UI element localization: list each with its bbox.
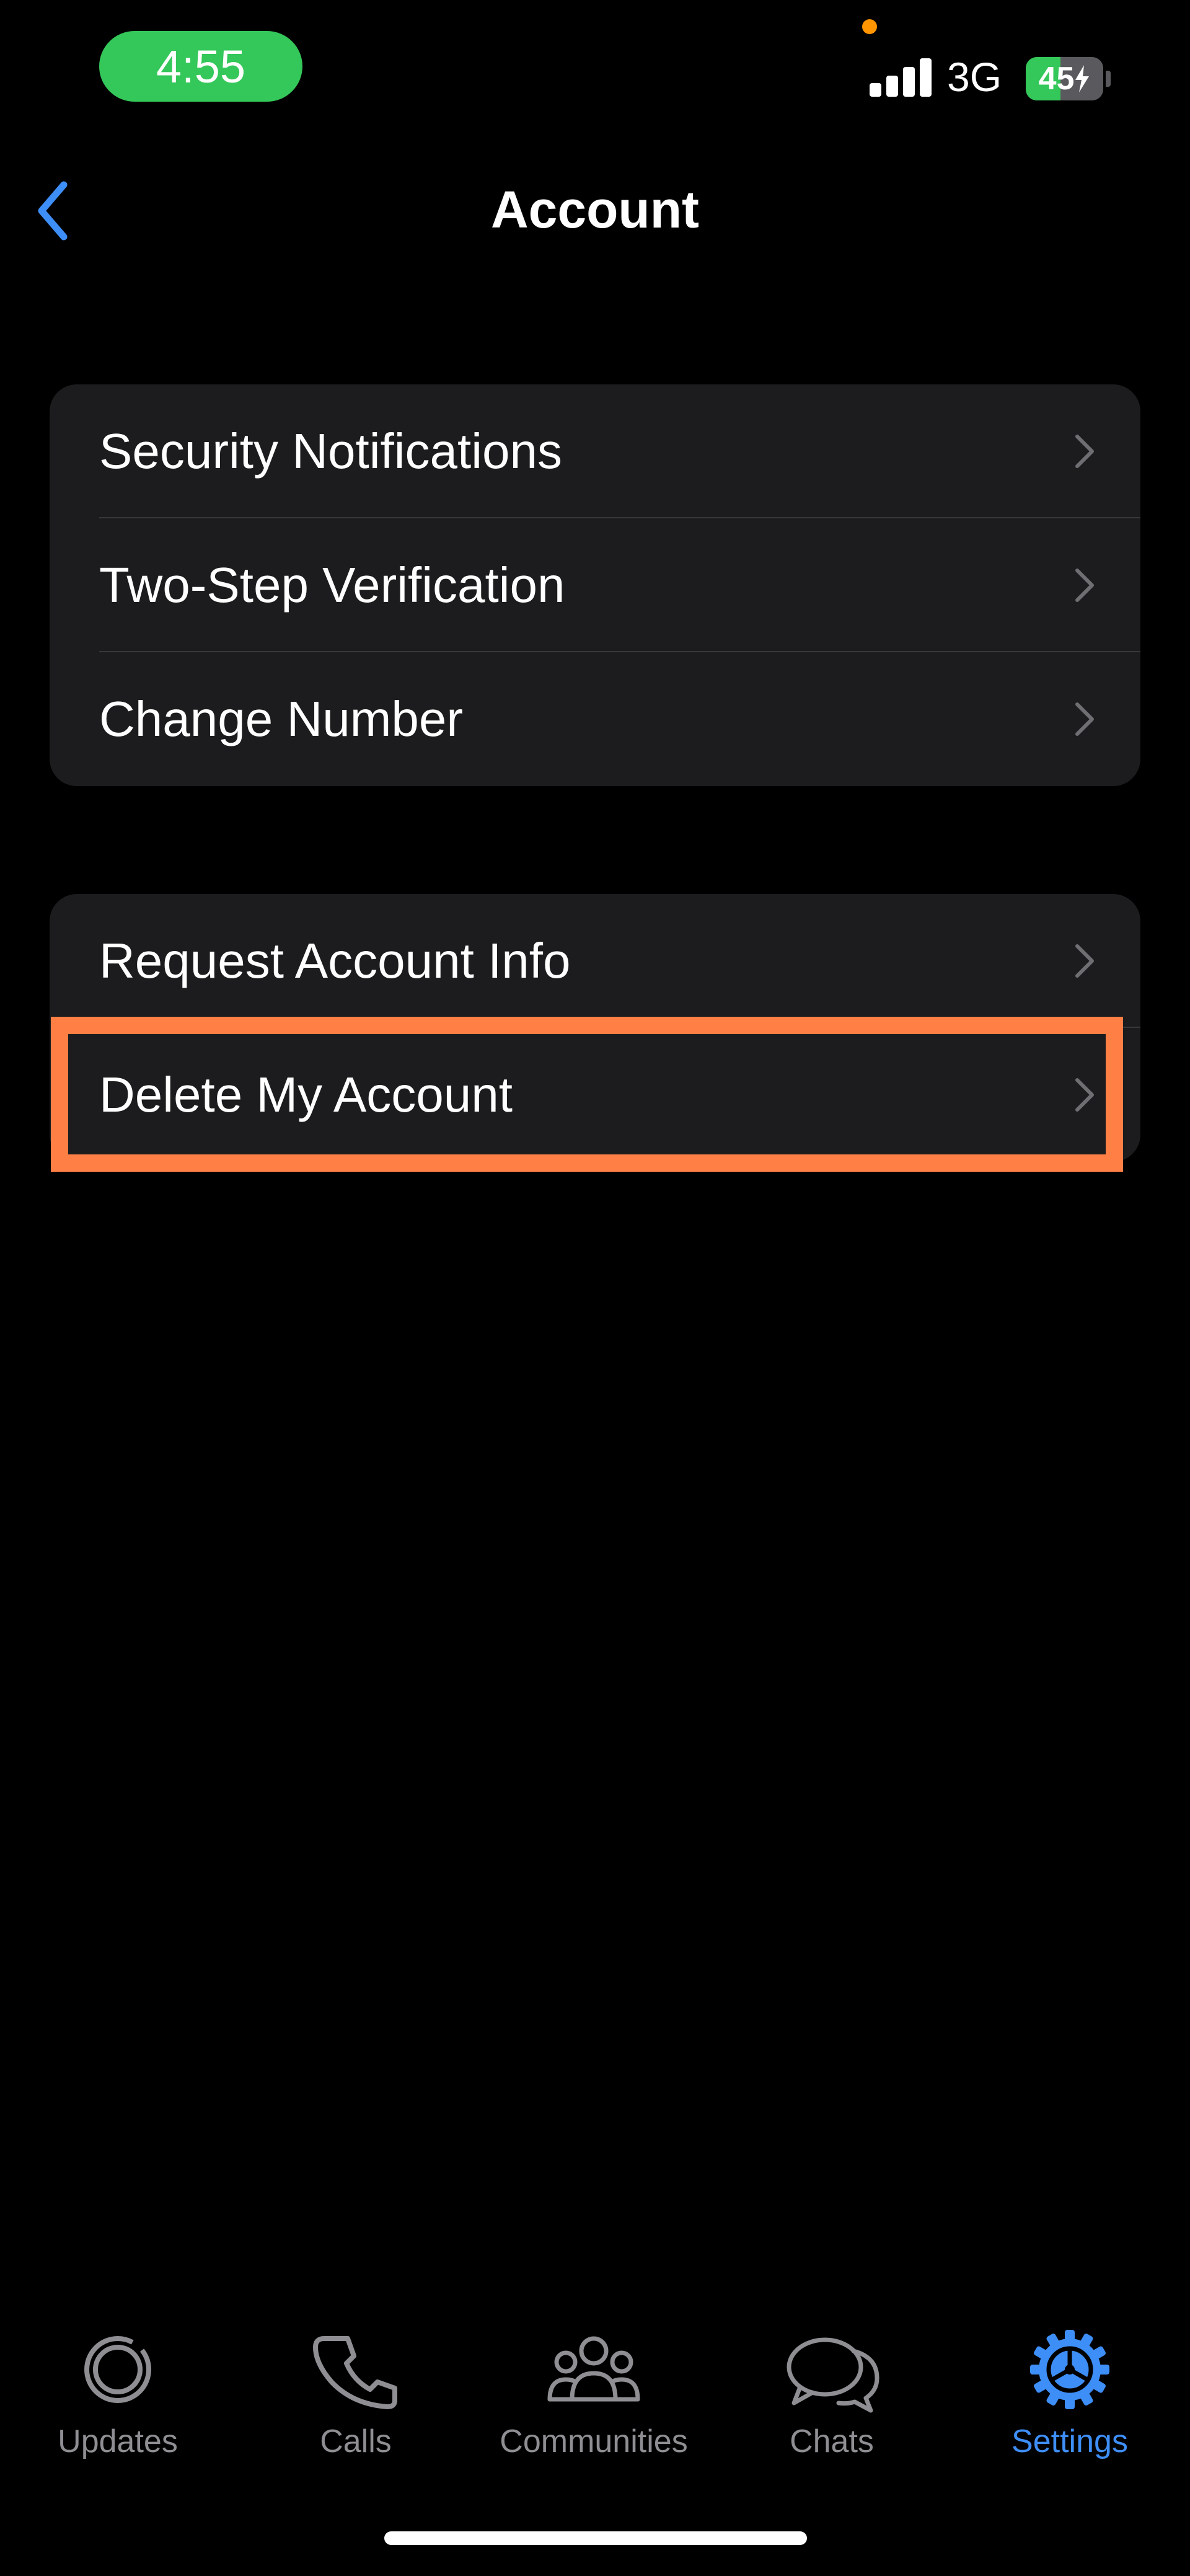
account-settings-group: Security Notifications Two-Step Verifica… xyxy=(50,384,1140,786)
chevron-right-icon xyxy=(1075,435,1094,468)
updates-icon xyxy=(84,2336,151,2403)
tab-settings[interactable]: Settings xyxy=(958,2319,1181,2480)
tab-communities[interactable]: Communities xyxy=(482,2319,705,2480)
row-label: Delete My Account xyxy=(99,1067,513,1122)
privacy-indicator-dot xyxy=(862,19,877,34)
home-indicator[interactable] xyxy=(384,2531,807,2545)
chevron-right-icon xyxy=(1075,1078,1094,1112)
charging-bolt-icon xyxy=(1075,65,1090,92)
phone-icon xyxy=(313,2336,397,2409)
account-data-group: Request Account Info Delete My Account xyxy=(50,894,1140,1162)
battery-percent: 45 xyxy=(1038,61,1075,97)
battery-cap xyxy=(1106,71,1111,87)
tab-label: Updates xyxy=(58,2423,178,2459)
communities-icon xyxy=(547,2336,640,2402)
tab-label: Chats xyxy=(790,2423,874,2459)
tab-label: Calls xyxy=(320,2423,392,2459)
row-label: Request Account Info xyxy=(99,933,571,988)
status-bar: 4:55 3G 45 xyxy=(0,0,1190,143)
cellular-signal-icon xyxy=(870,58,932,97)
tab-bar: Updates Calls Communities Chats Settings xyxy=(0,2319,1190,2480)
two-step-verification-row[interactable]: Two-Step Verification xyxy=(50,518,1140,652)
row-label: Two-Step Verification xyxy=(99,557,565,613)
gear-icon xyxy=(1030,2330,1109,2409)
tab-chats[interactable]: Chats xyxy=(720,2319,943,2480)
change-number-row[interactable]: Change Number xyxy=(50,652,1140,786)
chevron-right-icon xyxy=(1075,702,1094,736)
chevron-right-icon xyxy=(1075,944,1094,978)
delete-my-account-row[interactable]: Delete My Account xyxy=(50,1028,1140,1162)
row-label: Change Number xyxy=(99,691,463,746)
tab-updates[interactable]: Updates xyxy=(6,2319,229,2480)
row-label: Security Notifications xyxy=(99,423,562,479)
chevron-right-icon xyxy=(1075,569,1094,602)
tab-label: Settings xyxy=(1011,2423,1128,2459)
network-type: 3G xyxy=(947,54,1002,100)
security-notifications-row[interactable]: Security Notifications xyxy=(50,384,1140,518)
chats-icon xyxy=(787,2337,879,2413)
page-title: Account xyxy=(491,180,699,239)
request-account-info-row[interactable]: Request Account Info xyxy=(50,894,1140,1028)
tab-calls[interactable]: Calls xyxy=(244,2319,467,2480)
battery-icon: 45 xyxy=(1026,57,1103,100)
tab-label: Communities xyxy=(500,2423,688,2459)
status-time: 4:55 xyxy=(99,31,302,102)
